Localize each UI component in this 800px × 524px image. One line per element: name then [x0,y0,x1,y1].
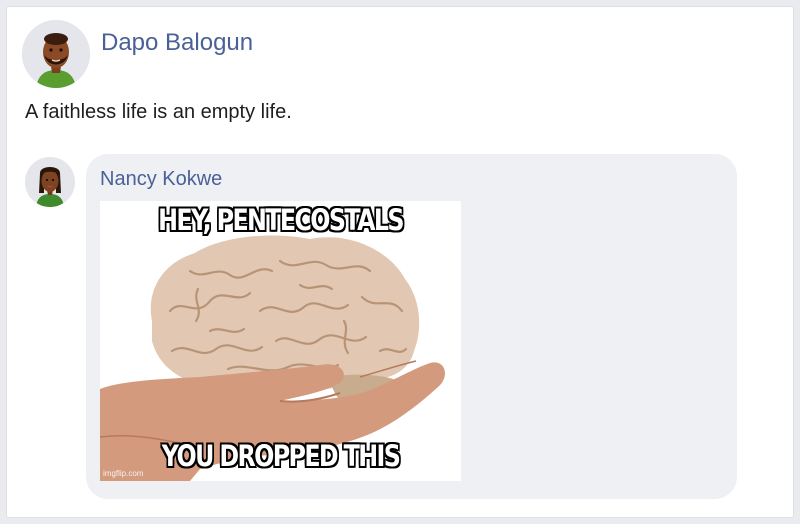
man-avatar-icon [22,20,90,88]
image-watermark: imgflip.com [103,469,144,478]
post-text: A faithless life is an empty life. [25,101,292,123]
comment-bubble: Nancy Kokwe HEY, PENTECOSTALS YOU DROPPE… [86,154,737,499]
comment-author-avatar[interactable] [25,157,75,207]
meme-caption-top: HEY, PENTECOSTALS [158,203,404,237]
woman-avatar-icon [25,157,75,207]
post-author-name[interactable]: Dapo Balogun [101,29,253,57]
comment-author-name[interactable]: Nancy Kokwe [100,168,222,191]
comment-image[interactable]: HEY, PENTECOSTALS YOU DROPPED THIS imgfl… [100,201,461,481]
meme-caption-bottom: YOU DROPPED THIS [161,439,401,473]
post-author-avatar[interactable] [22,20,90,88]
post-card: Dapo Balogun A faithless life is an empt… [6,6,794,518]
